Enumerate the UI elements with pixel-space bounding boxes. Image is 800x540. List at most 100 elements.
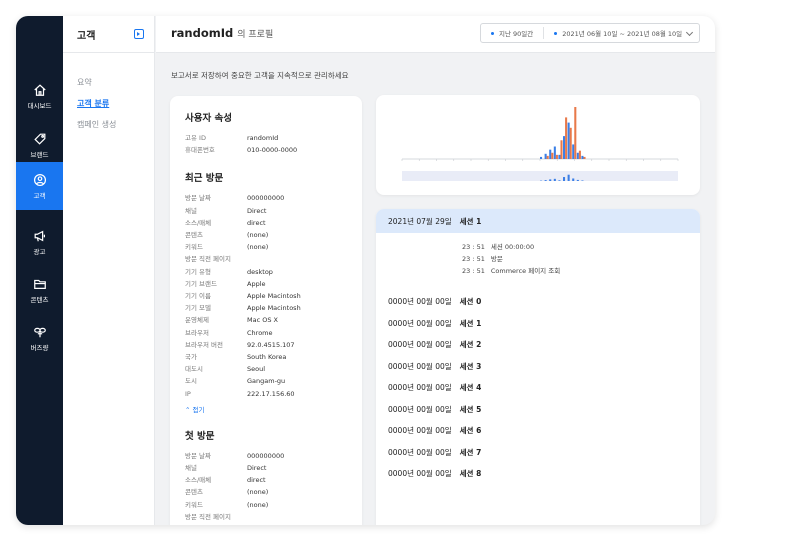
rail-item-buzz[interactable]: 버즈량 <box>16 314 63 362</box>
attribute-key: 대도시 <box>185 365 203 374</box>
attribute-value: Apple <box>247 279 266 288</box>
navigator-bar <box>567 174 570 181</box>
chart-bar-blue <box>572 144 575 159</box>
session-row[interactable]: 0000년 00월 00일 세션 2 <box>376 334 700 356</box>
session-name: 세션 0 <box>459 297 482 307</box>
subnav-link-create-campaign[interactable]: 캠페인 생성 <box>77 119 154 130</box>
rail-label: 브랜드 <box>30 150 49 159</box>
rail-label: 버즈량 <box>30 343 49 352</box>
attribute-value: 010-0000-0000 <box>247 146 298 155</box>
session-list: 0000년 00월 00일 세션 0 0000년 00월 00일 세션 1 0000년 … <box>376 277 700 485</box>
chart-bar-blue <box>567 122 570 159</box>
chart-bar-orange <box>583 156 586 159</box>
attribute-value: 92.0.4515.107 <box>247 340 295 349</box>
rail-item-dashboard[interactable]: 대시보드 <box>16 72 63 120</box>
chart-bar-blue <box>576 152 579 159</box>
sub-navigation: 고객 요약 고객 분류 캠페인 생성 <box>63 16 155 525</box>
rail-label: 대시보드 <box>27 101 52 110</box>
session-row[interactable]: 0000년 00월 00일 세션 5 <box>376 399 700 421</box>
attribute-row: IP 222.17.156.60 <box>185 388 347 400</box>
chart-bar-orange <box>560 140 563 159</box>
chart-bar-orange <box>546 155 549 159</box>
chart-bar-blue <box>558 154 561 159</box>
session-row[interactable]: 0000년 00월 00일 세션 4 <box>376 377 700 399</box>
attribute-value: (none) <box>247 500 269 509</box>
attribute-row: 채널 Direct <box>185 462 347 474</box>
attribute-row: 콘텐츠 (none) <box>185 486 347 498</box>
rail-label: 광고 <box>33 247 46 256</box>
chart-bar-blue <box>553 146 556 159</box>
subnav-link-segments[interactable]: 고객 분류 <box>77 98 154 109</box>
chart-bar-orange <box>569 127 572 159</box>
session-row[interactable]: 0000년 00월 00일 세션 0 <box>376 291 700 313</box>
profile-suffix: 의 프로필 <box>237 30 274 40</box>
top-bar: randomId 의 프로필 지난 90일간 2021년 06월 10일 ~ 2… <box>156 16 715 53</box>
attribute-key: 운영체제 <box>185 316 209 325</box>
chart-bar-blue <box>540 156 543 159</box>
recent-visit-list: 방문 날짜 000000000 채널 Direct 소스/매체 direct 콘텐츠 (non… <box>185 192 347 399</box>
subnav-header: 고객 <box>63 16 154 53</box>
attribute-row: 도시 Gangam-gu <box>185 375 347 387</box>
chart-navigator[interactable] <box>402 171 678 181</box>
attribute-value: 000000000 <box>247 194 285 203</box>
subnav-title: 고객 <box>77 30 96 42</box>
session-name: 세션 1 <box>459 216 482 226</box>
chart-bar-blue <box>544 153 547 159</box>
attribute-key: 방문 날짜 <box>185 451 211 460</box>
subnav-link-summary[interactable]: 요약 <box>77 77 154 88</box>
session-date: 2021년 07월 29일 <box>388 216 452 226</box>
session-row[interactable]: 0000년 00월 00일 세션 3 <box>376 356 700 378</box>
collapse-panel-icon[interactable] <box>134 29 144 39</box>
rail-item-ads[interactable]: 광고 <box>16 218 63 266</box>
rail-item-customer[interactable]: 고객 <box>16 162 63 210</box>
navigator-bar <box>576 179 579 181</box>
event-time: 23 : 51 <box>462 255 485 263</box>
section-title: 첫 방문 <box>185 430 215 442</box>
session-row[interactable]: 0000년 00월 00일 세션 1 <box>376 313 700 335</box>
attribute-row: 기기 브랜드 Apple <box>185 278 347 290</box>
main-rail: 대시보드 브랜드 고객 광고 콘텐츠 버즈량 <box>16 16 63 525</box>
session-row[interactable]: 0000년 00월 00일 세션 6 <box>376 420 700 442</box>
chart-bar-orange <box>551 152 554 159</box>
collapse-link[interactable]: ⌃ 접기 <box>185 404 347 414</box>
rail-item-content[interactable]: 콘텐츠 <box>16 266 63 314</box>
session-row[interactable]: 0000년 00월 00일 세션 8 <box>376 463 700 485</box>
session-row[interactable]: 0000년 00월 00일 세션 7 <box>376 442 700 464</box>
attribute-row: 기기 이름 Apple Macintosh <box>185 290 347 302</box>
main-content: randomId 의 프로필 지난 90일간 2021년 06월 10일 ~ 2… <box>156 16 715 525</box>
sessions-card: 2021년 07월 29일 세션 1 23 : 51 세션 00:00:00 23 … <box>376 209 700 525</box>
buzz-icon <box>33 325 47 339</box>
attribute-key: 휴대폰번호 <box>185 146 215 155</box>
session-header-open[interactable]: 2021년 07월 29일 세션 1 <box>376 209 700 233</box>
attribute-row: 키워드 (none) <box>185 241 347 253</box>
chart-bar-orange <box>555 154 558 159</box>
attribute-key: 기기 모델 <box>185 304 211 313</box>
attribute-key: 방문 직전 페이지 <box>185 255 231 264</box>
bullet-icon <box>554 31 558 35</box>
range-preset: 지난 90일간 <box>491 28 533 38</box>
bullet-icon <box>491 31 494 35</box>
first-visit-list: 방문 날짜 000000000 채널 Direct 소스/매체 direct 콘텐츠 (non… <box>185 450 347 523</box>
attribute-list: 고유 ID randomId 휴대폰번호 010-0000-0000 <box>185 132 347 156</box>
attribute-row: 국가 South Korea <box>185 351 347 363</box>
attribute-value: Direct <box>247 464 267 473</box>
user-icon <box>33 173 47 187</box>
navigator-bar <box>553 178 556 181</box>
user-attributes-card: 사용자 속성 고유 ID randomId 휴대폰번호 010-0000-0000 최… <box>170 96 362 525</box>
chart-bar-orange <box>578 150 581 159</box>
range-preset-label: 지난 90일간 <box>499 30 534 38</box>
session-date: 0000년 00월 00일 <box>388 447 452 457</box>
event-text: 세션 00:00:00 <box>490 243 535 251</box>
session-date: 0000년 00월 00일 <box>388 297 452 307</box>
attribute-key: 채널 <box>185 206 197 215</box>
navigator-bar <box>563 177 566 181</box>
date-range-picker[interactable]: 지난 90일간 2021년 06월 10일 ~ 2021년 08월 10일 <box>480 23 700 43</box>
range-dates: 2021년 06월 10일 ~ 2021년 08월 10일 <box>554 28 682 38</box>
attribute-value: South Korea <box>247 353 287 362</box>
attribute-key: IP <box>185 389 191 398</box>
section-title: 최근 방문 <box>185 173 224 185</box>
activity-chart[interactable] <box>376 95 700 195</box>
event-time: 23 : 51 <box>462 267 485 275</box>
page-hint: 보고서로 저장하여 중요한 고객을 지속적으로 관리하세요 <box>171 71 349 80</box>
attribute-key: 기기 브랜드 <box>185 279 217 288</box>
